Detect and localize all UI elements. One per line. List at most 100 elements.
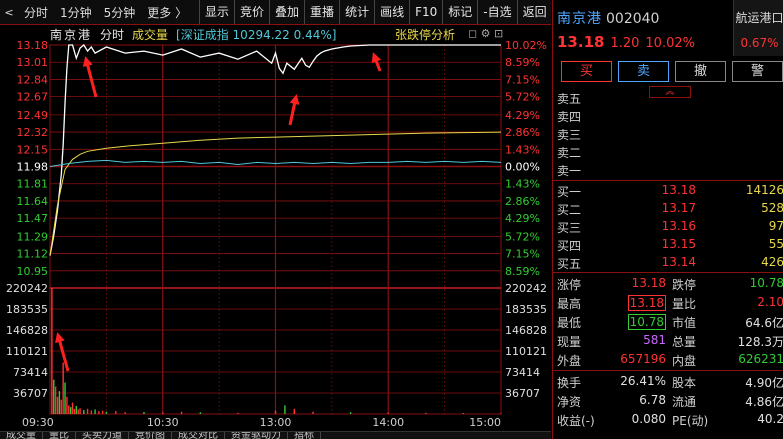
stat-label: 内盘 <box>672 354 697 368</box>
bottom-tab[interactable]: 买卖力道 <box>76 432 129 439</box>
ask-row[interactable]: 卖三 <box>553 126 783 144</box>
volume-tick-label: 146828 <box>6 324 48 337</box>
bid-price: 13.17 <box>661 201 696 215</box>
bottom-tab[interactable]: 指标 <box>288 432 321 439</box>
volume-tick-label: 73414 <box>505 366 540 379</box>
stat-row: 外盘 657196 内盘 626231 <box>553 352 783 370</box>
stat-label: 收益(-) <box>557 414 595 428</box>
stat-row: 现量 581 总量 128.3万 <box>553 333 783 351</box>
bid-label: 买二 <box>557 203 582 217</box>
bid-row[interactable]: 买三 13.16 97 <box>553 219 783 237</box>
bottom-tab-bar: 成交量 量比 买卖力道 竞价图 成交对比 资金驱动力 指标 <box>0 431 551 439</box>
stat-label: 外盘 <box>557 354 582 368</box>
bid-price: 13.18 <box>661 183 696 197</box>
pct-tick-label: 1.43% <box>505 178 540 191</box>
stat-value: 0.080 <box>631 412 666 426</box>
stat-value: 40.2 <box>757 412 783 426</box>
pct-tick-label: 2.86% <box>505 126 540 139</box>
bid-volume: 14126 <box>745 183 783 197</box>
ask-label: 卖二 <box>557 146 582 160</box>
ask-label: 卖三 <box>557 128 582 142</box>
tab-5min[interactable]: 5分钟 <box>98 4 142 21</box>
top-toolbar: < 分时 1分钟 5分钟 更多 〉 显示 竞价 叠加 重播 统计 画线 F10 … <box>0 0 551 25</box>
bid-row[interactable]: 买一 13.18 14126 <box>553 183 783 201</box>
chart-volume-label: 成交量 <box>132 27 169 42</box>
chart-index-label: [深证成指 10294.22 0.44%] <box>176 27 337 42</box>
pct-tick-label: 0.00% <box>505 161 540 174</box>
bottom-tab[interactable]: 成交量 <box>0 432 43 439</box>
time-tick-label: 14:00 <box>372 416 404 429</box>
pct-tick-label: 1.43% <box>505 143 540 156</box>
ask-book: 卖五卖四卖三卖二卖一 <box>553 88 783 180</box>
ask-label: 卖一 <box>557 164 582 178</box>
bid-volume: 55 <box>768 237 783 251</box>
remove-watchlist-button[interactable]: -自选 <box>477 0 516 24</box>
bottom-tab[interactable]: 资金驱动力 <box>225 432 288 439</box>
bid-volume: 97 <box>768 219 783 233</box>
stat-label: 现量 <box>557 335 582 349</box>
auction-button[interactable]: 竞价 <box>234 0 269 24</box>
ask-label: 卖五 <box>557 92 582 106</box>
time-tick-label: 09:30 <box>22 416 54 429</box>
price-tick-label: 10.95 <box>17 265 49 278</box>
current-price-line: 13.18 1.20 10.02% <box>557 33 695 51</box>
bid-row[interactable]: 买四 13.15 55 <box>553 237 783 255</box>
back-button[interactable]: 返回 <box>516 0 552 24</box>
stat-row: 换手 26.41% 股本 4.90亿 <box>553 374 783 392</box>
cancel-order-button[interactable]: 撤 <box>675 61 726 82</box>
bid-row[interactable]: 买五 13.14 426 <box>553 255 783 273</box>
bid-label: 买三 <box>557 221 582 235</box>
chart-window-icons[interactable]: ◻ ⚙ ⊡ <box>468 27 503 40</box>
ask-row[interactable]: 卖五 <box>553 90 783 108</box>
overlay-button[interactable]: 叠加 <box>269 0 304 24</box>
chart-mode: 分时 <box>100 27 125 42</box>
price-tick-label: 11.64 <box>17 195 49 208</box>
pct-tick-label: 5.72% <box>505 230 540 243</box>
tab-fenshi[interactable]: 分时 <box>18 4 54 21</box>
mark-button[interactable]: 标记 <box>442 0 477 24</box>
bottom-tab[interactable]: 成交对比 <box>172 432 225 439</box>
ask-row[interactable]: 卖二 <box>553 144 783 162</box>
price-tick-label: 12.32 <box>17 126 49 139</box>
display-button[interactable]: 显示 <box>199 0 234 24</box>
stat-label: 流通 <box>672 395 697 409</box>
stat-value: 10.78 <box>627 314 666 330</box>
intraday-chart[interactable]: 13.18 10.02% 13.01 8.59% 12.84 7.15% 12.67 5.72… <box>0 25 551 431</box>
bid-volume: 528 <box>761 201 783 215</box>
stat-label: 换手 <box>557 376 582 390</box>
stat-row: 净资 6.78 流通 4.86亿 <box>553 393 783 411</box>
volume-tick-label: 146828 <box>505 324 547 337</box>
tab-more[interactable]: 更多 〉 <box>141 4 193 21</box>
ask-row[interactable]: 卖四 <box>553 108 783 126</box>
ask-row[interactable]: 卖一 <box>553 162 783 180</box>
f10-button[interactable]: F10 <box>409 0 442 24</box>
stats-button[interactable]: 统计 <box>339 0 374 24</box>
buy-button[interactable]: 买 <box>561 61 612 82</box>
sell-button[interactable]: 卖 <box>618 61 669 82</box>
draw-line-button[interactable]: 画线 <box>374 0 409 24</box>
annotation-arrow-head <box>82 56 93 68</box>
stat-label: PE(动) <box>672 414 709 428</box>
volume-tick-label: 220242 <box>505 282 547 295</box>
intraday-chart-area[interactable]: 13.18 10.02% 13.01 8.59% 12.84 7.15% 12.67 5.72… <box>0 25 551 439</box>
bid-row[interactable]: 买二 13.17 528 <box>553 201 783 219</box>
bottom-tab[interactable]: 量比 <box>43 432 76 439</box>
alert-button[interactable]: 警 <box>732 61 783 82</box>
ask-label: 卖四 <box>557 110 582 124</box>
sector-box[interactable]: 航运港口 0.67% <box>733 0 783 56</box>
replay-button[interactable]: 重播 <box>304 0 339 24</box>
price-tick-label: 13.18 <box>17 39 49 52</box>
limit-analysis-link[interactable]: 张跌停分析 <box>395 26 455 43</box>
stat-row: 最低 10.78 市值 64.6亿 <box>553 314 783 332</box>
tab-1min[interactable]: 1分钟 <box>54 4 98 21</box>
stat-value: 657196 <box>620 352 666 366</box>
stat-value: 6.78 <box>639 393 666 407</box>
stat-value: 4.90亿 <box>745 376 783 390</box>
volume-tick-label: 220242 <box>6 282 48 295</box>
annotation-arrow-head <box>289 94 300 105</box>
collapse-left-icon[interactable]: < <box>0 6 18 19</box>
price-tick-label: 12.67 <box>17 91 49 104</box>
time-tick-label: 10:30 <box>147 416 179 429</box>
bottom-tab[interactable]: 竞价图 <box>129 432 172 439</box>
pct-tick-label: 8.59% <box>505 56 540 69</box>
